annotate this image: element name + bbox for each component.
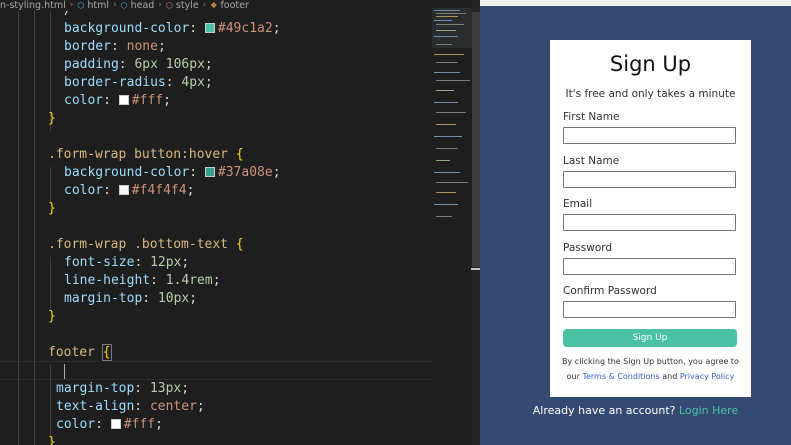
chevron-right-icon: › xyxy=(112,0,117,10)
scrollbar-position-marker xyxy=(471,268,480,270)
minimap-line xyxy=(436,124,456,125)
code-line: / xyxy=(64,11,72,20)
page-footer: Already have an account? Login Here xyxy=(480,404,791,417)
text-cursor xyxy=(64,364,65,379)
minimap-slider[interactable] xyxy=(432,8,472,48)
minimap-line xyxy=(434,204,458,205)
sign-up-button[interactable]: Sign Up xyxy=(563,329,737,347)
minimap-line xyxy=(436,24,464,25)
code-line: padding: 6px 106px; xyxy=(64,57,213,72)
breadcrumb-item-head[interactable]: head xyxy=(131,0,155,11)
password-label: Password xyxy=(563,242,613,254)
minimap-line xyxy=(434,172,460,173)
footer-text: Already have an account? xyxy=(532,404,676,417)
breadcrumb-item-footer[interactable]: footer xyxy=(220,0,248,11)
color-swatch-icon[interactable] xyxy=(204,23,215,33)
minimap-line xyxy=(434,54,464,55)
code-line: color: #f4f4f4; xyxy=(64,183,195,198)
code-editor[interactable]: n-styling.html › ⬡ html › ⬡ head › ⬡ style › ❖ foote… xyxy=(0,0,480,445)
minimap-line xyxy=(434,72,460,73)
chevron-right-icon: › xyxy=(202,0,207,10)
element-icon: ⬡ xyxy=(165,1,173,10)
first-name-label: First Name xyxy=(563,111,620,123)
form-title: Sign Up xyxy=(609,52,692,76)
minimap-line xyxy=(436,160,450,161)
code-line: .form-wrap button:hover { xyxy=(48,147,244,162)
minimap-line xyxy=(434,20,452,21)
last-name-label: Last Name xyxy=(563,155,620,167)
code-line: .form-wrap .bottom-text { xyxy=(48,237,244,252)
chevron-right-icon: › xyxy=(69,0,74,10)
code-line: line-height: 1.4rem; xyxy=(64,273,221,288)
breadcrumb-item-style[interactable]: style xyxy=(176,0,199,11)
scrollbar-thumb[interactable] xyxy=(472,12,480,267)
code-line: background-color: #37a08e; xyxy=(64,165,281,180)
element-icon: ⬡ xyxy=(120,1,128,10)
code-line: border: none; xyxy=(64,39,166,54)
indent-guide xyxy=(50,167,51,203)
color-swatch-icon[interactable] xyxy=(118,185,129,195)
minimap-line xyxy=(434,102,458,103)
code-line: } xyxy=(48,435,56,445)
terms-link[interactable]: Terms & Conditions xyxy=(582,372,659,381)
password-input[interactable] xyxy=(563,258,736,275)
last-name-input[interactable] xyxy=(563,171,736,188)
minimap-line xyxy=(436,112,466,113)
element-icon: ⬡ xyxy=(77,1,85,10)
terms-notice: By clicking the Sign Up button, you agre… xyxy=(558,354,743,384)
minimap-line xyxy=(436,16,458,17)
code-line: border-radius: 4px; xyxy=(64,75,213,90)
code-line: } xyxy=(48,309,56,324)
minimap-line xyxy=(436,216,452,217)
code-line: color: #fff; xyxy=(56,417,163,432)
code-line: text-align: center; xyxy=(56,399,205,414)
minimap-line xyxy=(434,10,460,11)
terms-notice-and: and xyxy=(662,372,678,381)
color-swatch-icon[interactable] xyxy=(110,419,121,429)
minimap-line xyxy=(436,13,466,14)
chevron-right-icon: › xyxy=(158,0,162,10)
confirm-password-label: Confirm Password xyxy=(563,285,657,297)
breadcrumb: n-styling.html › ⬡ html › ⬡ head › ⬡ style › ❖ foote… xyxy=(0,0,432,11)
minimap-line xyxy=(434,36,458,37)
code-line: } xyxy=(48,201,56,216)
vertical-scrollbar[interactable] xyxy=(472,0,480,445)
form-subtitle: It's free and only takes a minute xyxy=(565,88,736,100)
confirm-password-input[interactable] xyxy=(563,301,736,318)
terms-notice-our: our xyxy=(566,372,580,381)
minimap-line xyxy=(434,136,462,137)
minimap-line xyxy=(436,182,468,183)
minimap-line xyxy=(436,192,456,193)
minimap-line xyxy=(436,30,456,31)
minimap-line xyxy=(436,148,458,149)
code-line: margin-top: 10px; xyxy=(64,291,198,306)
terms-notice-text: By clicking the Sign Up button, you agre… xyxy=(562,357,739,366)
privacy-link[interactable]: Privacy Policy xyxy=(680,372,735,381)
minimap-line xyxy=(436,80,470,81)
code-line: margin-top: 13px; xyxy=(56,381,190,396)
code-line: } xyxy=(48,111,56,126)
preview-top-bar xyxy=(480,0,791,6)
indent-guide xyxy=(50,257,51,311)
breadcrumb-item-html[interactable]: html xyxy=(87,0,109,11)
email-input[interactable] xyxy=(563,214,736,231)
browser-preview: Sign Up It's free and only takes a minut… xyxy=(480,0,791,445)
email-label: Email xyxy=(563,198,593,210)
code-line: footer { xyxy=(48,344,112,361)
color-swatch-icon[interactable] xyxy=(204,167,215,177)
code-line: color: #fff; xyxy=(64,93,171,108)
minimap[interactable] xyxy=(432,0,472,445)
color-swatch-icon[interactable] xyxy=(118,95,129,105)
signup-form-card: Sign Up It's free and only takes a minut… xyxy=(550,40,751,397)
code-line: font-size: 12px; xyxy=(64,255,190,270)
minimap-line xyxy=(436,90,454,91)
login-link[interactable]: Login Here xyxy=(679,404,738,417)
first-name-input[interactable] xyxy=(563,127,736,144)
css-rule-icon: ❖ xyxy=(210,1,218,10)
breadcrumb-file[interactable]: n-styling.html xyxy=(0,0,66,11)
code-line: background-color: #49c1a2; xyxy=(64,21,281,36)
minimap-line xyxy=(436,44,452,45)
minimap-line xyxy=(436,62,458,63)
